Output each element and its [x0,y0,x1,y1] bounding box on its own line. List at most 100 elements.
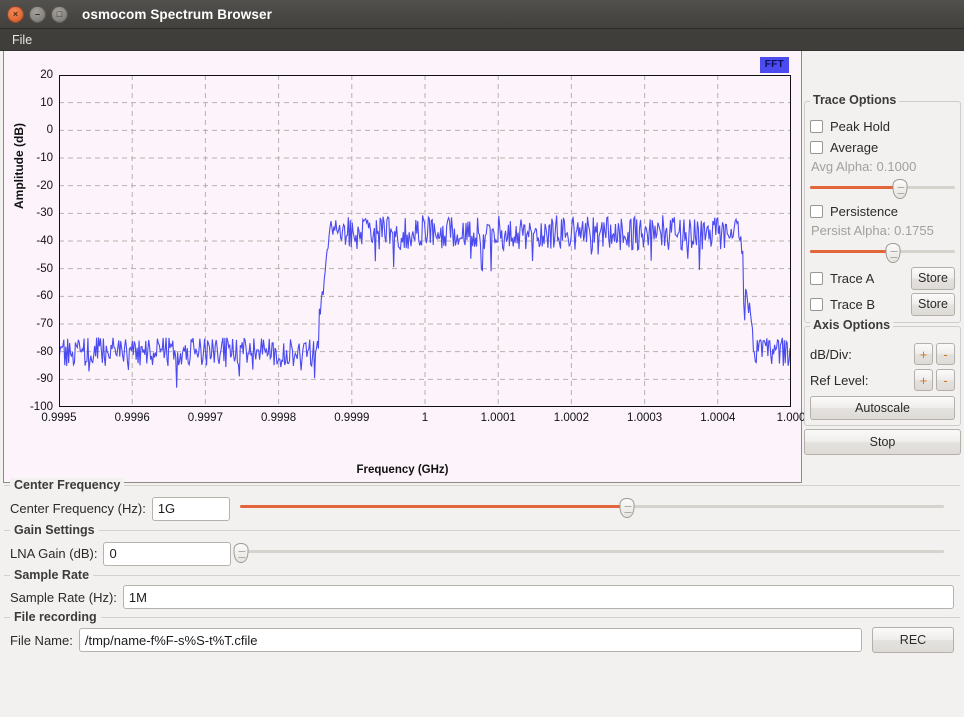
y-tick-label: 0 [46,124,53,137]
y-axis-label: Amplitude (dB) [12,123,26,209]
minimize-icon: – [34,8,40,19]
lna-gain-slider-track [241,550,944,553]
center-frequency-input[interactable]: 1G [151,496,230,521]
autoscale-button[interactable]: Autoscale [810,396,955,420]
trace-a-row: Trace A Store [810,265,955,291]
y-tick-label: -90 [36,373,53,386]
x-tick-label: 0.9995 [41,412,77,424]
trace-b-store-button[interactable]: Store [911,292,955,316]
trace-a-label: Trace A [830,270,875,286]
trace-a-store-button[interactable]: Store [911,266,955,290]
trace-options-group: Trace Options Peak Hold Average Avg Alph… [804,93,961,323]
x-tick-label: 1.0004 [700,412,736,424]
db-per-div-decrease-button[interactable]: - [936,343,955,365]
sample-rate-row: Sample Rate (Hz): 1M [10,585,954,609]
y-tick-label: -70 [36,318,53,330]
sample-rate-input[interactable]: 1M [122,585,954,609]
x-axis-label: Frequency (GHz) [356,464,449,476]
menubar: File [0,29,964,51]
plus-icon: + [919,372,928,388]
x-tick-label: 1.0002 [553,412,589,424]
persistence-label: Persistence [830,204,898,219]
file-recording-group: File recording File Name: /tmp/name-f%F-… [4,610,960,661]
average-checkbox[interactable] [810,141,823,154]
persist-alpha-slider-handle[interactable] [885,243,901,263]
trace-options-title: Trace Options [810,93,900,107]
center-frequency-slider[interactable] [239,496,944,518]
close-icon: × [12,8,19,19]
y-tick-label: -20 [36,179,53,192]
y-tick-label: 20 [40,69,53,81]
ref-level-increase-button[interactable]: + [914,369,933,391]
x-tick-label: 0.9998 [261,412,297,424]
trace-b-check-group[interactable]: Trace B [810,294,911,315]
x-tick-label: 1 [421,412,429,424]
autoscale-label: Autoscale [855,400,910,415]
ref-level-decrease-button[interactable]: - [936,369,955,391]
avg-alpha-slider-fill [810,186,900,189]
x-tick-label: 1.0003 [627,412,663,424]
minus-icon: - [943,346,948,362]
side-control-panel: Trace Options Peak Hold Average Avg Alph… [804,93,961,483]
peak-hold-label: Peak Hold [830,119,890,134]
maximize-icon: □ [56,8,63,19]
avg-alpha-slider-handle[interactable] [892,179,908,199]
lna-gain-slider[interactable] [233,541,944,563]
persistence-checkbox[interactable] [810,205,823,218]
plus-icon: + [919,346,928,362]
sample-rate-title: Sample Rate [10,568,94,582]
sample-rate-label: Sample Rate (Hz): [10,589,117,605]
trace-b-label: Trace B [830,296,876,312]
record-label: REC [899,632,927,647]
trace-b-checkbox[interactable] [810,297,823,311]
trace-b-row: Trace B Store [810,291,955,317]
x-tick-label: 0.9999 [334,412,370,424]
stop-label: Stop [869,434,896,449]
average-row[interactable]: Average [810,137,955,158]
gain-settings-title: Gain Settings [10,523,99,537]
minus-icon: - [943,372,948,388]
axis-options-group: Axis Options dB/Div: + - Ref Level: + - … [804,318,961,426]
y-tick-label: -60 [36,290,53,303]
file-recording-title: File recording [10,610,101,624]
avg-alpha-label: Avg Alpha: 0.1000 [811,159,917,174]
main-body: FFT Amplitude (dB) Frequency (GHz) 20 10 0… [0,51,964,717]
spectrum-plot[interactable]: FFT Amplitude (dB) Frequency (GHz) 20 10 0… [3,51,805,483]
center-frequency-row: Center Frequency (Hz): 1G [10,495,954,522]
center-frequency-label: Center Frequency (Hz): [10,501,146,516]
lna-gain-slider-handle[interactable] [233,543,249,563]
plot-canvas-area: 20 10 0 -10 -20 -30 -40 -50 -60 -70 -80 -90 -100 0.9… [30,69,805,424]
lna-gain-input[interactable]: 0 [103,541,232,566]
peak-hold-row[interactable]: Peak Hold [810,116,955,137]
close-window-button[interactable]: × [7,5,24,23]
y-tick-label: 10 [40,96,53,109]
minimize-window-button[interactable]: – [29,5,46,23]
persist-alpha-slider[interactable] [810,241,955,263]
file-name-input[interactable]: /tmp/name-f%F-s%S-t%T.cfile [78,628,862,652]
bottom-settings: Center Frequency Center Frequency (Hz): … [0,478,964,661]
x-tick-label: 0.9996 [114,412,150,424]
trace-a-check-group[interactable]: Trace A [810,268,911,289]
record-button[interactable]: REC [872,627,954,653]
db-per-div-increase-button[interactable]: + [914,343,933,365]
stop-button[interactable]: Stop [804,429,961,455]
peak-hold-checkbox[interactable] [810,120,823,133]
y-tick-label: -80 [36,345,53,358]
y-tick-label: -30 [36,207,53,220]
y-tick-label: -10 [36,152,53,164]
menu-item-file[interactable]: File [4,31,40,49]
fft-badge[interactable]: FFT [759,57,789,73]
ref-level-row: Ref Level: + - [810,367,955,393]
center-frequency-slider-fill [239,505,628,508]
x-tick-label: 1.000 [776,412,806,424]
avg-alpha-slider[interactable] [810,177,955,199]
lna-gain-row: LNA Gain (dB): 0 [10,540,954,567]
spectrum-trace-svg [59,75,791,407]
window-title: osmocom Spectrum Browser [82,6,272,22]
trace-a-store-label: Store [918,270,948,285]
center-frequency-slider-handle[interactable] [619,498,635,518]
x-tick-label: 1.0001 [480,412,516,424]
maximize-window-button[interactable]: □ [51,5,68,23]
trace-a-checkbox[interactable] [810,271,823,285]
persistence-row[interactable]: Persistence [810,201,955,222]
